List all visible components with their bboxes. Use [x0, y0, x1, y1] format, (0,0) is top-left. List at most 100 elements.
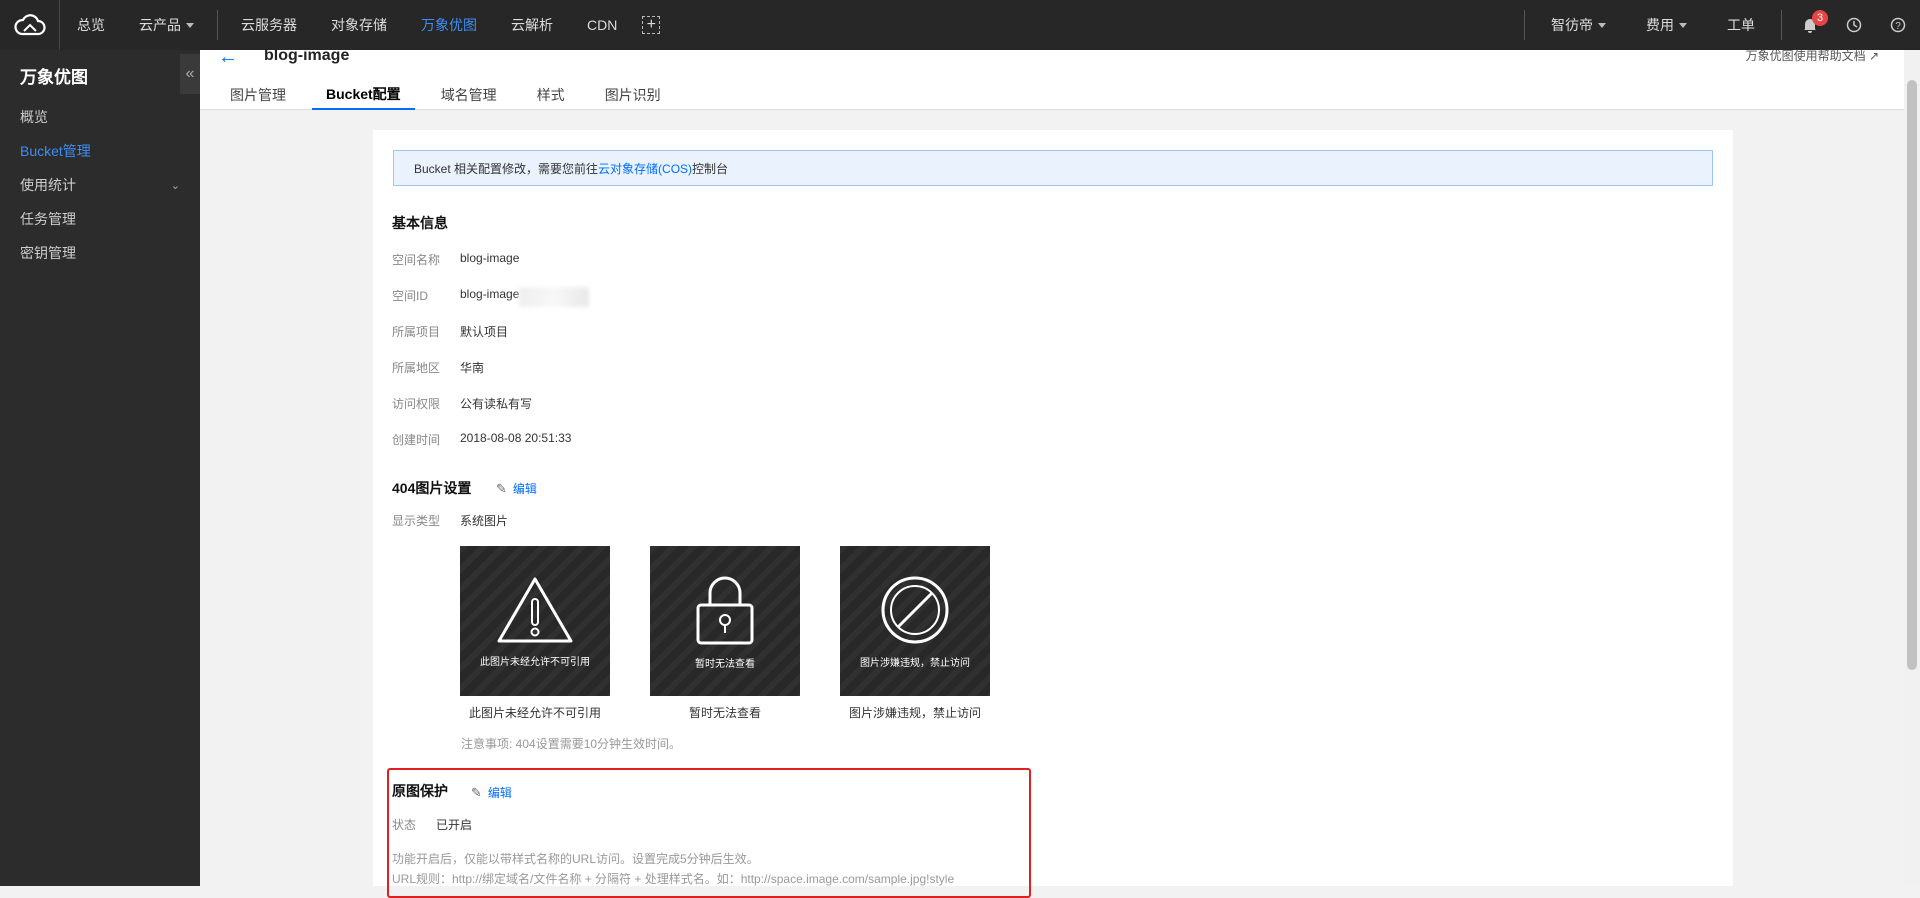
edit-label: 编辑 [512, 482, 537, 496]
notification-badge: 3 [1812, 10, 1828, 26]
protect-edit-button[interactable]: ✎ 编辑 [471, 784, 512, 801]
info-row: 状态 已开启 [392, 816, 472, 833]
sidebar-item-keys[interactable]: 密钥管理 [0, 236, 200, 270]
external-link-icon: ↗ [1868, 49, 1879, 63]
cos-console-link[interactable]: 云对象存储(COS) [598, 160, 692, 177]
tab-bar: 图片管理 Bucket配置 域名管理 样式 图片识别 [216, 80, 687, 110]
info-key: 访问权限 [392, 397, 441, 411]
protect-url-rule: URL规则：http://绑定域名/文件名称 + 分隔符 + 处理样式名。如：h… [392, 872, 955, 886]
sidebar-item-overview[interactable]: 概览 [0, 100, 200, 134]
page-title: blog-image [264, 47, 350, 64]
sidebar-item-label: 密钥管理 [20, 245, 76, 261]
info-value: 华南 [460, 361, 485, 375]
collapse-sidebar-icon[interactable]: « [180, 54, 200, 94]
nav-cdn[interactable]: CDN [570, 0, 634, 50]
card-inner-text: 暂时无法查看 [695, 658, 755, 670]
info-row: 创建时间 2018-08-08 20:51:33 [392, 431, 571, 448]
protect-title: 原图保护 [392, 783, 448, 799]
info-value: blog-image [460, 251, 520, 265]
pencil-icon: ✎ [496, 480, 507, 496]
top-nav-bar: 总览 云产品 云服务器 对象存储 万象优图 云解析 CDN + 智彷帝 费用 工… [0, 0, 1920, 50]
chevron-down-icon: ⌄ [170, 179, 180, 192]
sidebar-item-label: 任务管理 [20, 211, 76, 227]
bucket-config-panel: Bucket 相关配置修改，需要您前往 云对象存储(COS) 控制台 基本信息 … [373, 130, 1733, 898]
info-row: 所属项目 默认项目 [392, 323, 508, 340]
help-doc-link[interactable]: 万象优图使用帮助文档 ↗ [1746, 47, 1879, 64]
add-shortcut-icon[interactable]: + [642, 16, 661, 34]
img404-edit-button[interactable]: ✎ 编辑 [496, 480, 537, 497]
info-key: 状态 [392, 818, 417, 832]
image-card-forbidden[interactable]: 图片涉嫌违规，禁止访问 [840, 546, 990, 696]
tab-image-recognition[interactable]: 图片识别 [591, 80, 675, 110]
billing-menu[interactable]: 费用 [1626, 0, 1707, 50]
tab-bucket-config[interactable]: Bucket配置 [312, 80, 415, 110]
tab-style[interactable]: 样式 [523, 80, 579, 110]
image-card-unavailable[interactable]: 暂时无法查看 [650, 546, 800, 696]
info-key: 空间ID [392, 289, 429, 303]
page-header: ← blog-image 万象优图使用帮助文档 ↗ 图片管理 Bucket配置 … [200, 46, 1904, 110]
nav-ci[interactable]: 万象优图 [404, 0, 494, 50]
svg-text:?: ? [1895, 21, 1901, 32]
info-row: 所属地区 华南 [392, 359, 484, 376]
caret-down-icon [1679, 22, 1687, 28]
cloud-logo-icon[interactable] [0, 0, 60, 50]
nav-products-label: 云产品 [139, 17, 181, 33]
scroll-thumb[interactable] [1907, 80, 1917, 670]
info-row: 空间名称 blog-image [392, 251, 519, 268]
info-key: 创建时间 [392, 433, 441, 447]
info-notice: Bucket 相关配置修改，需要您前往 云对象存储(COS) 控制台 [393, 150, 1713, 186]
info-key: 显示类型 [392, 514, 441, 528]
caret-down-icon [1598, 22, 1606, 28]
scrollbar[interactable] [1904, 50, 1920, 886]
caret-down-icon [186, 22, 194, 28]
card-inner-text: 此图片未经允许不可引用 [480, 656, 590, 668]
tab-image-manage[interactable]: 图片管理 [216, 80, 300, 110]
divider [1524, 10, 1525, 40]
img404-hint: 注意事项: 404设置需要10分钟生效时间。 [461, 737, 682, 751]
forbidden-icon [881, 576, 949, 643]
nav-products[interactable]: 云产品 [122, 0, 211, 50]
sidebar: 万象优图 概览 Bucket管理 使用统计 ⌄ 任务管理 密钥管理 [0, 50, 200, 886]
sidebar-item-tasks[interactable]: 任务管理 [0, 202, 200, 236]
pencil-icon: ✎ [471, 784, 482, 800]
info-value: 2018-08-08 20:51:33 [460, 431, 572, 445]
redacted-blur [519, 287, 590, 307]
tab-domain-manage[interactable]: 域名管理 [427, 80, 511, 110]
notice-text: 控制台 [692, 161, 729, 176]
card-caption: 暂时无法查看 [688, 706, 761, 720]
sidebar-item-label: 使用统计 [20, 177, 76, 193]
tickets-link[interactable]: 工单 [1707, 0, 1775, 50]
notice-text: Bucket 相关配置修改，需要您前往 [414, 161, 599, 176]
info-value: 已开启 [436, 818, 473, 832]
info-row: 显示类型 系统图片 [392, 512, 508, 529]
img404-title: 404图片设置 [392, 480, 472, 496]
sidebar-item-stats[interactable]: 使用统计 ⌄ [0, 168, 200, 202]
user-name: 智彷帝 [1551, 17, 1593, 33]
card-caption: 此图片未经允许不可引用 [468, 706, 601, 720]
info-key: 空间名称 [392, 253, 441, 267]
clock-icon[interactable] [1832, 0, 1876, 50]
info-value: 系统图片 [460, 514, 509, 528]
image-card-unauthorized[interactable]: 此图片未经允许不可引用 [460, 546, 610, 696]
help-doc-label: 万象优图使用帮助文档 [1745, 49, 1866, 63]
help-icon[interactable]: ? [1876, 0, 1920, 50]
padlock-icon [696, 576, 754, 644]
nav-cvm[interactable]: 云服务器 [224, 0, 314, 50]
edit-label: 编辑 [487, 786, 512, 800]
sidebar-item-bucket[interactable]: Bucket管理 [0, 134, 200, 168]
bell-icon[interactable]: 3 [1788, 0, 1832, 50]
info-value: 公有读私有写 [460, 397, 533, 411]
billing-label: 费用 [1646, 17, 1674, 33]
sidebar-title: 万象优图 [20, 67, 88, 87]
nav-overview[interactable]: 总览 [60, 0, 122, 50]
protect-desc: 功能开启后，仅能以带样式名称的URL访问。设置完成5分钟后生效。 [392, 852, 759, 866]
user-menu[interactable]: 智彷帝 [1531, 0, 1626, 50]
info-row: 空间ID blog-image [392, 287, 590, 307]
sidebar-item-label: 概览 [20, 109, 48, 125]
card-inner-text: 图片涉嫌违规，禁止访问 [860, 657, 970, 669]
nav-dns[interactable]: 云解析 [494, 0, 570, 50]
info-value: blog-image [460, 287, 520, 301]
nav-cos[interactable]: 对象存储 [314, 0, 404, 50]
back-arrow-icon[interactable]: ← [218, 46, 238, 69]
warning-triangle-icon [497, 577, 573, 642]
